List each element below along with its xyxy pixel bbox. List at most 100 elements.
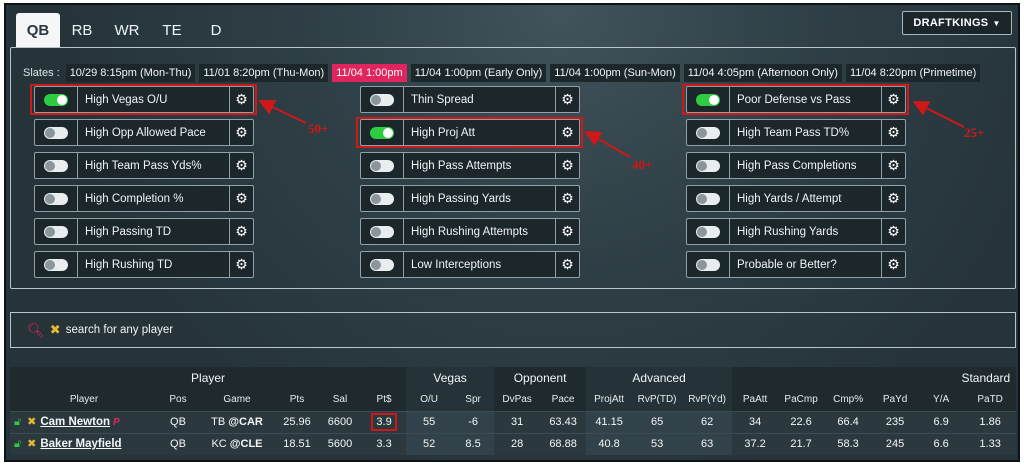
search-icon[interactable]: 🔍︎ — [27, 322, 45, 339]
slate-option[interactable]: 11/04 4:05pm (Afternoon Only) — [683, 64, 842, 82]
col-header[interactable]: PaAtt — [732, 389, 779, 411]
toggle-switch[interactable] — [696, 159, 720, 172]
filter-toggle[interactable] — [687, 153, 730, 178]
gear-icon[interactable]: ⚙ — [881, 186, 905, 211]
gear-icon[interactable]: ⚙ — [555, 252, 579, 277]
toggle-switch[interactable] — [370, 93, 394, 106]
toggle-switch[interactable] — [696, 93, 720, 106]
toggle-switch[interactable] — [696, 258, 720, 271]
gear-icon[interactable]: ⚙ — [881, 252, 905, 277]
filter-toggle[interactable] — [35, 219, 78, 244]
filter-toggle[interactable] — [361, 87, 404, 112]
filter-toggle[interactable] — [361, 219, 404, 244]
gear-icon[interactable]: ⚙ — [881, 219, 905, 244]
filter-toggle[interactable] — [35, 87, 78, 112]
filter-toggle[interactable] — [35, 120, 78, 145]
ya-cell: 6.6 — [918, 432, 965, 455]
filter-toggle[interactable] — [687, 219, 730, 244]
filter-toggle[interactable] — [361, 153, 404, 178]
slate-option[interactable]: 11/04 8:20pm (Primetime) — [845, 64, 981, 82]
player-name-link[interactable]: Cam Newton — [40, 416, 110, 428]
toggle-switch[interactable] — [44, 258, 68, 271]
col-header[interactable]: Pos — [158, 389, 198, 411]
col-header[interactable]: Pace — [540, 389, 587, 411]
toggle-switch[interactable] — [370, 225, 394, 238]
col-header[interactable]: DvPas — [494, 389, 541, 411]
toggle-switch[interactable] — [44, 126, 68, 139]
gear-icon[interactable]: ⚙ — [881, 87, 905, 112]
toggle-switch[interactable] — [370, 258, 394, 271]
lock-icon[interactable]: 🔓︎ — [14, 416, 21, 428]
gear-icon[interactable]: ⚙ — [555, 153, 579, 178]
filter-toggle[interactable] — [35, 252, 78, 277]
slate-option[interactable]: 11/04 1:00pm (Early Only) — [410, 64, 547, 82]
gear-icon[interactable]: ⚙ — [555, 87, 579, 112]
gear-icon[interactable]: ⚙ — [229, 87, 253, 112]
player-name-link[interactable]: Baker Mayfield — [40, 438, 121, 450]
col-header[interactable]: Pt$ — [362, 389, 407, 411]
gear-icon[interactable]: ⚙ — [229, 120, 253, 145]
col-header[interactable]: PaCmp — [778, 389, 825, 411]
col-header[interactable]: Pts — [276, 389, 318, 411]
filter-toggle[interactable] — [687, 186, 730, 211]
table-row[interactable]: 🔓︎ ✖ Baker Mayfield QB KC @CLE 18.51 5600 3.3 52… — [10, 432, 1017, 455]
gear-icon[interactable]: ⚙ — [555, 186, 579, 211]
col-header[interactable]: Cmp% — [824, 389, 873, 411]
tab-d[interactable]: D — [194, 13, 238, 47]
toggle-switch[interactable] — [696, 192, 720, 205]
filter-toggle[interactable] — [35, 186, 78, 211]
gear-icon[interactable]: ⚙ — [229, 153, 253, 178]
slate-option[interactable]: 11/01 8:20pm (Thu-Mon) — [199, 64, 329, 82]
clear-icon[interactable]: ✖ — [50, 322, 61, 338]
projatt-cell: 41.15 — [586, 410, 633, 433]
toggle-switch[interactable] — [44, 192, 68, 205]
table-row[interactable]: 🔓︎ ✖ Cam Newton P QB TB @CAR 25.96 6600 3.9 55 -6 3… — [10, 410, 1017, 433]
col-header[interactable]: PaTD — [964, 389, 1017, 411]
exclude-icon[interactable]: ✖ — [27, 438, 36, 450]
slate-option[interactable]: 10/29 8:15pm (Mon-Thu) — [65, 64, 196, 82]
col-header[interactable]: ProjAtt — [586, 389, 633, 411]
filter-toggle[interactable] — [687, 87, 730, 112]
tab-te[interactable]: TE — [150, 13, 194, 47]
gear-icon[interactable]: ⚙ — [881, 120, 905, 145]
exclude-icon[interactable]: ✖ — [27, 416, 36, 428]
toggle-switch[interactable] — [370, 159, 394, 172]
filter-toggle[interactable] — [361, 186, 404, 211]
col-header[interactable]: PaYd — [872, 389, 919, 411]
gear-icon[interactable]: ⚙ — [881, 153, 905, 178]
col-header[interactable]: Game — [198, 389, 276, 411]
col-header[interactable]: Y/A — [918, 389, 965, 411]
col-header[interactable]: RvP(TD) — [632, 389, 683, 411]
toggle-switch[interactable] — [44, 159, 68, 172]
col-header[interactable]: O/U — [406, 389, 453, 411]
col-header[interactable]: Sal — [318, 389, 362, 411]
col-header[interactable]: Player — [10, 389, 158, 411]
col-header[interactable]: RvP(Yd) — [682, 389, 733, 411]
filter-toggle[interactable] — [361, 252, 404, 277]
lock-icon[interactable]: 🔓︎ — [14, 438, 21, 450]
gear-icon[interactable]: ⚙ — [229, 219, 253, 244]
toggle-switch[interactable] — [44, 225, 68, 238]
tab-wr[interactable]: WR — [104, 13, 150, 47]
toggle-switch[interactable] — [370, 126, 394, 139]
filter-toggle[interactable] — [687, 120, 730, 145]
filter-toggle[interactable] — [361, 120, 404, 145]
gear-icon[interactable]: ⚙ — [229, 186, 253, 211]
filter-label: High Proj Att — [411, 126, 475, 139]
slate-option-selected[interactable]: 11/04 1:00pm — [332, 64, 407, 82]
gear-icon[interactable]: ⚙ — [555, 219, 579, 244]
tab-qb[interactable]: QB — [16, 13, 60, 47]
filter-toggle[interactable] — [687, 252, 730, 277]
search-input[interactable] — [65, 324, 466, 336]
col-header[interactable]: Spr — [452, 389, 495, 411]
gear-icon[interactable]: ⚙ — [229, 252, 253, 277]
toggle-switch[interactable] — [696, 225, 720, 238]
tab-rb[interactable]: RB — [60, 13, 104, 47]
filter-toggle[interactable] — [35, 153, 78, 178]
slate-option[interactable]: 11/04 1:00pm (Sun-Mon) — [550, 64, 680, 82]
toggle-switch[interactable] — [370, 192, 394, 205]
site-select[interactable]: DRAFTKINGS ▼ — [902, 11, 1012, 35]
toggle-switch[interactable] — [44, 93, 68, 106]
toggle-switch[interactable] — [696, 126, 720, 139]
gear-icon[interactable]: ⚙ — [555, 120, 579, 145]
